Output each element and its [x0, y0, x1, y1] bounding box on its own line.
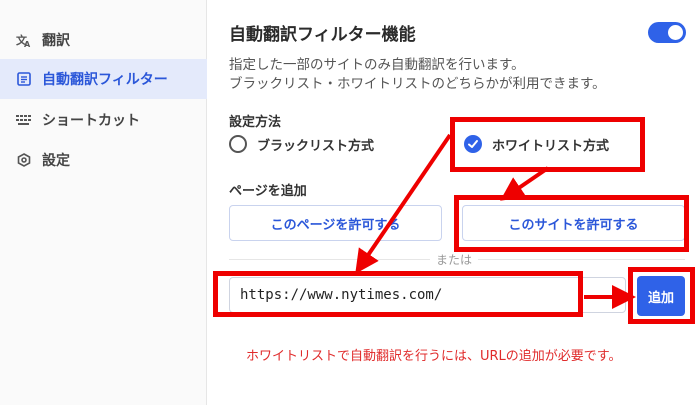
page-title: 自動翻訳フィルター機能	[229, 25, 416, 45]
annotation-box-url	[213, 271, 583, 317]
add-page-label: ページを追加	[229, 184, 307, 199]
sidebar-item-label: 翻訳	[42, 33, 70, 49]
or-text: または	[430, 251, 479, 268]
sidebar-item-label: ショートカット	[42, 113, 140, 129]
description-line-1: 指定した一部のサイトのみ自動翻訳を行います。	[229, 57, 525, 73]
translate-icon: 文A	[16, 32, 32, 48]
svg-text:A: A	[24, 40, 31, 48]
sidebar-item-shortcut[interactable]: ショートカット	[0, 100, 207, 140]
filter-toggle[interactable]	[648, 22, 686, 43]
list-icon	[16, 71, 32, 87]
allow-page-button[interactable]: このページを許可する	[229, 205, 442, 241]
arrow-to-url-input	[355, 133, 452, 274]
annotation-box-whitelist	[450, 117, 645, 172]
sidebar-item-label: 設定	[42, 153, 70, 169]
sidebar-item-settings[interactable]: 設定	[0, 140, 207, 180]
sidebar-item-auto-translate-filter[interactable]: 自動翻訳フィルター	[0, 59, 207, 99]
radio-blacklist[interactable]: ブラックリスト方式	[229, 133, 374, 155]
annotation-box-allow-site	[454, 195, 689, 252]
description-line-2: ブラックリスト・ホワイトリストのどちらかが利用できます。	[229, 76, 606, 92]
mode-label: 設定方法	[229, 115, 282, 130]
toggle-knob	[668, 25, 683, 40]
keyboard-icon	[16, 112, 32, 128]
annotation-box-add	[628, 267, 695, 324]
sidebar-item-translate[interactable]: 文A 翻訳	[0, 20, 207, 60]
sidebar-item-label: 自動翻訳フィルター	[42, 72, 168, 88]
sidebar: 文A 翻訳 自動翻訳フィルター ショートカット 設定	[0, 0, 207, 405]
whitelist-note: ホワイトリストで自動翻訳を行うには、URLの追加が必要です。	[246, 349, 622, 364]
settings-icon	[16, 152, 32, 168]
radio-circle	[229, 135, 247, 153]
radio-label: ブラックリスト方式	[257, 138, 375, 154]
